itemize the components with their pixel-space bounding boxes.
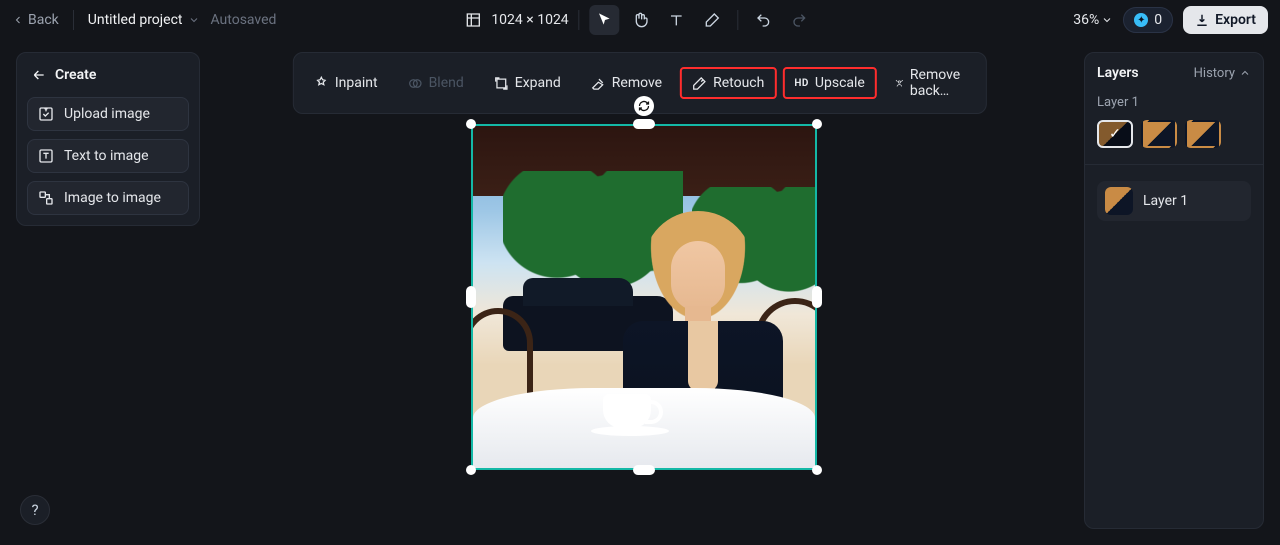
chevron-down-icon bbox=[1101, 14, 1113, 26]
divider bbox=[73, 10, 74, 30]
image-cup bbox=[603, 394, 651, 428]
layers-title: Layers bbox=[1097, 65, 1139, 81]
back-label: Back bbox=[28, 12, 59, 28]
export-label: Export bbox=[1215, 12, 1256, 28]
select-tool[interactable] bbox=[590, 5, 620, 35]
arrow-left-icon bbox=[31, 67, 47, 83]
zoom-dropdown[interactable]: 36% bbox=[1073, 12, 1113, 28]
canvas-dimensions-button[interactable]: 1024 × 1024 bbox=[465, 12, 568, 28]
credits-pill[interactable]: ✦ 0 bbox=[1123, 7, 1173, 33]
resize-handle-bl[interactable] bbox=[466, 465, 476, 475]
layer-row-1[interactable]: Layer 1 bbox=[1097, 181, 1251, 221]
blend-label: Blend bbox=[429, 75, 464, 91]
eraser-icon bbox=[591, 76, 606, 91]
left-panel: Create Upload image Text to image Image … bbox=[16, 52, 200, 226]
create-header: Create bbox=[27, 63, 189, 89]
layer-variants bbox=[1097, 120, 1251, 148]
expand-icon bbox=[494, 76, 509, 91]
dimensions-label: 1024 × 1024 bbox=[491, 12, 568, 28]
redo-icon bbox=[792, 12, 808, 28]
brush-icon bbox=[705, 12, 721, 28]
resize-handle-r[interactable] bbox=[812, 286, 822, 308]
export-button[interactable]: Export bbox=[1183, 6, 1268, 34]
hand-icon bbox=[633, 12, 649, 28]
upload-image-button[interactable]: Upload image bbox=[27, 97, 189, 131]
credits-value: 0 bbox=[1154, 12, 1162, 28]
image-to-image-icon bbox=[38, 190, 54, 206]
resize-handle-br[interactable] bbox=[812, 465, 822, 475]
remove-label: Remove bbox=[612, 75, 662, 91]
help-button[interactable]: ? bbox=[20, 495, 50, 525]
resize-icon bbox=[465, 12, 481, 28]
tti-label: Text to image bbox=[64, 148, 149, 164]
variant-thumb-1[interactable] bbox=[1097, 120, 1133, 148]
right-panel: Layers History Layer 1 Layer 1 bbox=[1084, 52, 1264, 529]
inpaint-icon bbox=[314, 76, 329, 91]
text-to-image-icon bbox=[38, 148, 54, 164]
project-name-label: Untitled project bbox=[88, 12, 183, 28]
resize-handle-tr[interactable] bbox=[812, 119, 822, 129]
redo-button[interactable] bbox=[785, 5, 815, 35]
refresh-icon bbox=[638, 100, 650, 112]
inpaint-label: Inpaint bbox=[335, 75, 378, 91]
back-button[interactable]: Back bbox=[12, 12, 59, 28]
upscale-label: Upscale bbox=[815, 75, 865, 91]
hd-icon: HD bbox=[794, 78, 809, 89]
autosaved-status: Autosaved bbox=[210, 12, 276, 28]
retouch-icon bbox=[692, 76, 707, 91]
remove-button[interactable]: Remove bbox=[579, 67, 674, 99]
brush-tool[interactable] bbox=[698, 5, 728, 35]
inpaint-button[interactable]: Inpaint bbox=[302, 67, 390, 99]
variant-thumb-3[interactable] bbox=[1185, 120, 1221, 148]
project-name-dropdown[interactable]: Untitled project bbox=[88, 12, 201, 28]
undo-button[interactable] bbox=[749, 5, 779, 35]
history-toggle[interactable]: History bbox=[1194, 66, 1251, 81]
resize-handle-l[interactable] bbox=[466, 286, 476, 308]
zoom-label: 36% bbox=[1073, 12, 1099, 28]
text-icon bbox=[669, 12, 685, 28]
create-label: Create bbox=[55, 67, 96, 83]
remove-background-button[interactable]: Remove back… bbox=[883, 59, 978, 107]
chevron-up-icon bbox=[1239, 67, 1251, 79]
resize-handle-b[interactable] bbox=[633, 465, 655, 475]
variant-thumb-2[interactable] bbox=[1141, 120, 1177, 148]
remove-bg-label: Remove back… bbox=[910, 67, 966, 99]
help-icon: ? bbox=[31, 501, 38, 519]
text-to-image-button[interactable]: Text to image bbox=[27, 139, 189, 173]
expand-button[interactable]: Expand bbox=[482, 67, 573, 99]
image-to-image-button[interactable]: Image to image bbox=[27, 181, 189, 215]
expand-label: Expand bbox=[515, 75, 561, 91]
upscale-button[interactable]: HD Upscale bbox=[782, 67, 877, 99]
remove-bg-icon bbox=[895, 76, 904, 91]
blend-icon bbox=[408, 76, 423, 91]
hand-tool[interactable] bbox=[626, 5, 656, 35]
divider bbox=[738, 10, 739, 30]
chevron-down-icon bbox=[188, 14, 200, 26]
canvas-selection[interactable] bbox=[471, 124, 817, 470]
download-icon bbox=[1195, 13, 1209, 27]
upload-image-icon bbox=[38, 106, 54, 122]
divider bbox=[1085, 164, 1263, 165]
active-layer-label: Layer 1 bbox=[1097, 95, 1251, 110]
text-tool[interactable] bbox=[662, 5, 692, 35]
regenerate-button[interactable] bbox=[634, 96, 654, 116]
divider bbox=[579, 10, 580, 30]
resize-handle-t[interactable] bbox=[633, 119, 655, 129]
iti-label: Image to image bbox=[64, 190, 161, 206]
undo-icon bbox=[756, 12, 772, 28]
credits-icon: ✦ bbox=[1134, 13, 1148, 27]
blend-button: Blend bbox=[396, 67, 476, 99]
history-label: History bbox=[1194, 66, 1235, 81]
retouch-button[interactable]: Retouch bbox=[680, 67, 776, 99]
layer-thumbnail bbox=[1105, 187, 1133, 215]
canvas-image[interactable] bbox=[471, 124, 817, 470]
cursor-icon bbox=[597, 12, 613, 28]
chevron-left-icon bbox=[12, 14, 24, 26]
layer-row-label: Layer 1 bbox=[1143, 193, 1188, 209]
retouch-label: Retouch bbox=[713, 75, 764, 91]
upload-label: Upload image bbox=[64, 106, 150, 122]
resize-handle-tl[interactable] bbox=[466, 119, 476, 129]
